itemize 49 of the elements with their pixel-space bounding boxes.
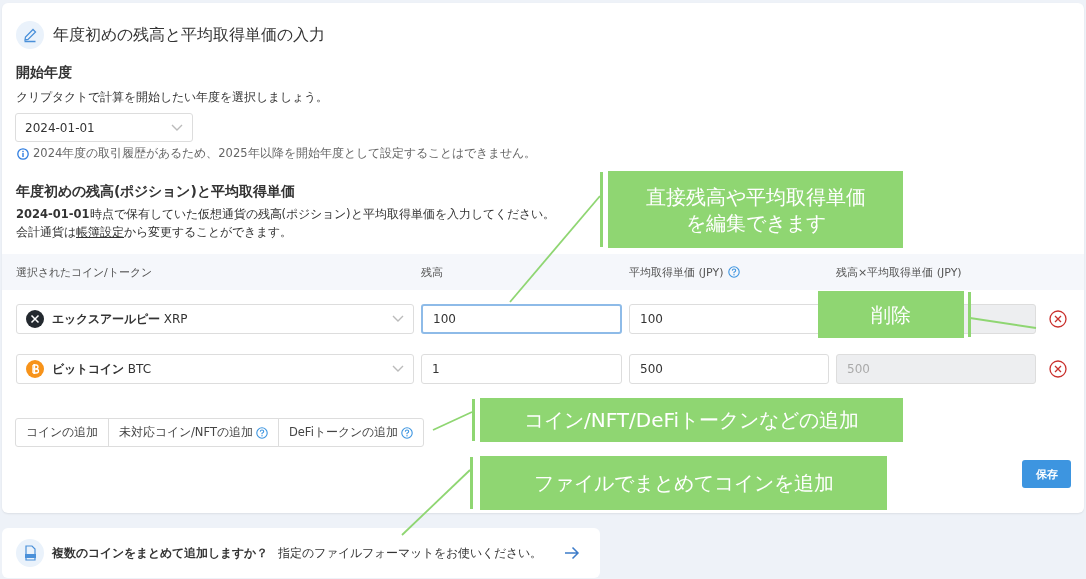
add-button[interactable]: 未対応コイン/NFTの追加 [108, 418, 279, 447]
delete-icon[interactable] [1049, 360, 1067, 378]
year-select[interactable]: 2024-01-01 [15, 113, 193, 142]
help-icon[interactable] [728, 266, 741, 278]
leader-line [969, 317, 1037, 329]
pencil-icon [16, 21, 44, 49]
callout-bar [472, 399, 475, 441]
info-icon [17, 147, 29, 160]
column-header: 残高 [421, 264, 443, 280]
column-header: 残高×平均取得単価 (JPY) [836, 264, 962, 280]
page-title: 年度初めの残高と平均取得単価の入力 [53, 24, 325, 46]
delete-icon[interactable] [1049, 310, 1067, 328]
currency-note: 会計通貨は帳簿設定から変更することができます。 [16, 225, 292, 240]
banner-question: 複数のコインをまとめて追加しますか？ [52, 545, 268, 561]
leader-line [432, 411, 473, 431]
section-heading: 年度初めの残高(ポジション)と平均取得単価 [16, 183, 295, 201]
balance-field[interactable]: 100 [421, 304, 622, 334]
section-description: 2024-01-01時点で保有していた仮想通貨の残高(ポジション)と平均取得単価を入力してください。 [16, 207, 555, 222]
callout-bar [470, 457, 473, 509]
section-description: クリプタクトで計算を開始したい年度を選択しましょう。 [16, 89, 329, 106]
banner-hint: 指定のファイルフォーマットをお使いください。 [278, 545, 542, 561]
price-field[interactable]: 500 [629, 354, 829, 384]
section-heading: 開始年度 [16, 64, 72, 82]
caret-icon [171, 123, 183, 132]
coin-icon [26, 310, 44, 328]
add-button[interactable]: DeFiトークンの追加 [277, 418, 424, 447]
caret-icon [392, 365, 404, 373]
arrow-right-icon [564, 546, 580, 560]
help-icon [255, 426, 268, 439]
column-header: 選択されたコイン/トークン [16, 264, 152, 280]
callout-bar [968, 292, 971, 337]
settings-link[interactable]: 帳簿設定 [76, 225, 124, 239]
help-icon [400, 426, 413, 439]
annotation-tooltip: コイン/NFT/DeFiトークンなどの追加 [480, 398, 903, 442]
coin-select[interactable]: ビットコイン BTC [16, 354, 414, 384]
total-field: 500 [836, 354, 1036, 384]
annotation-tooltip: ファイルでまとめてコインを追加 [480, 456, 887, 510]
coin-select[interactable]: エックスアールピー XRP [16, 304, 414, 334]
caret-icon [392, 315, 404, 323]
info-text: 2024年度の取引履歴があるため、2025年以降を開始年度として設定することはできません。 [33, 146, 536, 161]
add-button[interactable]: コインの追加 [15, 418, 109, 447]
csv-banner[interactable]: 複数のコインをまとめて追加しますか？ 指定のファイルフォーマットをお使いください。 [2, 528, 600, 578]
annotation-tooltip: 削除 [818, 291, 964, 338]
coin-icon [26, 360, 44, 378]
leader-line [401, 469, 471, 536]
balance-field[interactable]: 1 [421, 354, 622, 384]
column-header: 平均取得単価 (JPY) [629, 264, 724, 280]
annotation-tooltip: 直接残高や平均取得単価を編集できます [608, 171, 903, 248]
file-icon [16, 539, 44, 567]
